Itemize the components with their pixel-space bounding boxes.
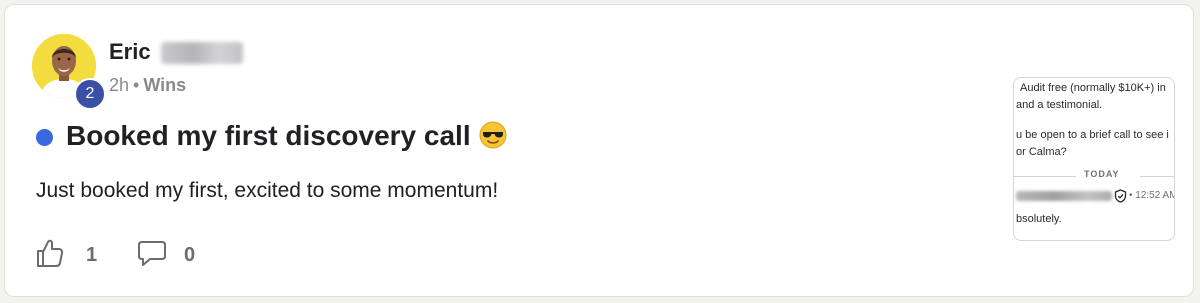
level-badge: 2 <box>74 78 106 110</box>
attachment-text-line: and a testimonial. <box>1016 99 1103 111</box>
sunglasses-emoji-icon <box>479 121 507 156</box>
attachment-text-line: or Calma? <box>1016 146 1067 158</box>
divider-rule <box>1140 176 1174 177</box>
comment-button[interactable]: 0 <box>137 240 195 270</box>
meta-separator: • <box>133 75 140 95</box>
sender-name-redacted <box>1016 191 1112 201</box>
speech-bubble-icon <box>137 239 167 272</box>
author-avatar-group[interactable]: 2 <box>32 34 106 110</box>
attachment-text-line: Audit free (normally $10K+) in <box>1020 82 1166 94</box>
post-meta: 2h • Wins <box>109 75 186 96</box>
divider-rule <box>1014 176 1076 177</box>
post-title-text: Booked my first discovery call <box>66 120 471 151</box>
date-divider-label: TODAY <box>1084 169 1120 179</box>
attachment-reply-text: bsolutely. <box>1016 213 1062 225</box>
like-count: 1 <box>86 243 98 266</box>
shield-check-icon <box>1114 189 1127 206</box>
date-divider: TODAY <box>1014 169 1174 183</box>
unread-indicator <box>36 129 53 146</box>
comment-count: 0 <box>184 243 196 266</box>
message-time: • 12:52 AM <box>1129 190 1175 201</box>
post-body: Just booked my first, excited to some mo… <box>36 179 499 202</box>
author-name[interactable]: Eric <box>109 39 151 65</box>
like-button[interactable]: 1 <box>36 238 98 273</box>
post-card[interactable]: 2 Eric 2h • Wins Booked my first discovery… <box>4 4 1194 297</box>
attachment-text-line: u be open to a brief call to see i <box>1016 129 1169 141</box>
post-title[interactable]: Booked my first discovery call <box>66 120 507 156</box>
post-time: 2h <box>109 75 130 95</box>
thumbs-up-icon <box>36 238 64 273</box>
post-category[interactable]: Wins <box>143 75 186 95</box>
author-surname-redacted <box>161 42 243 64</box>
attachment-thumbnail[interactable]: Audit free (normally $10K+) in and a tes… <box>1013 77 1175 241</box>
